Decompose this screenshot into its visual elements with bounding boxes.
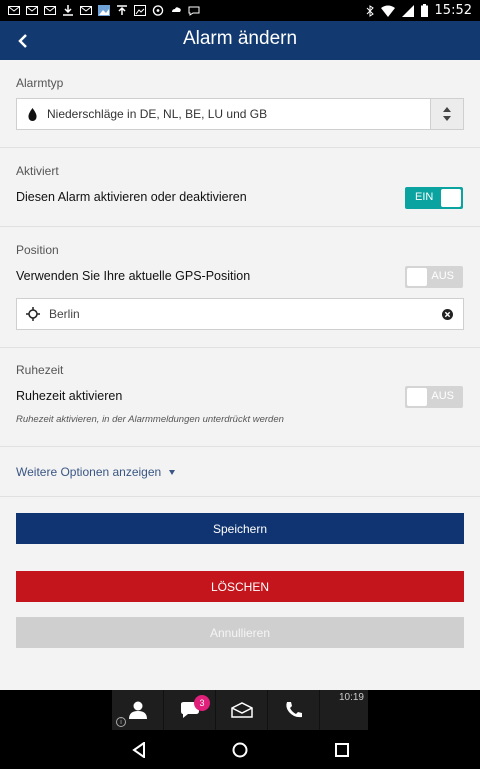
divider (0, 147, 480, 148)
recents-square-icon (335, 743, 349, 757)
mail-icon (44, 6, 56, 15)
status-time: 15:52 (434, 3, 472, 18)
system-status: 15:52 (366, 3, 472, 18)
divider (0, 226, 480, 227)
chat-icon (188, 6, 200, 16)
page-title: Alarm ändern (182, 28, 298, 49)
nav-recents-button[interactable] (331, 739, 353, 761)
section-label-alarm-type: Alarmtyp (16, 76, 64, 90)
raindrop-icon (17, 107, 47, 121)
app-bar: Alarm ändern (0, 21, 480, 60)
toggle-knob (441, 189, 461, 207)
divider (0, 446, 480, 447)
wifi-icon (380, 5, 395, 17)
phone-icon (285, 702, 302, 718)
image-icon (134, 5, 146, 16)
caret-down-icon (169, 469, 176, 475)
app-tray: 3 10:19 i (0, 690, 480, 730)
tray-bar: 3 10:19 (112, 690, 368, 730)
nav-home-button[interactable] (229, 739, 251, 761)
section-label-activated: Aktiviert (16, 164, 59, 178)
bluetooth-icon (366, 4, 374, 17)
sync-icon (152, 5, 164, 16)
gps-position-toggle[interactable]: AUS (405, 266, 463, 288)
location-field[interactable] (16, 298, 464, 330)
tray-mail-button[interactable] (216, 690, 268, 730)
clear-icon[interactable] (431, 308, 463, 320)
photo-icon (98, 5, 110, 16)
quiet-time-toggle[interactable]: AUS (405, 386, 463, 408)
chat-badge: 3 (194, 695, 210, 711)
alarm-type-value: Niederschläge in DE, NL, BE, LU und GB (47, 107, 268, 121)
mail-icon (26, 6, 38, 15)
tray-time: 10:19 (338, 692, 364, 703)
home-circle-icon (232, 742, 248, 758)
upload-icon (117, 5, 127, 15)
alarm-form: Alarmtyp Niederschläge in DE, NL, BE, LU… (0, 60, 480, 690)
toggle-state-label: AUS (431, 270, 454, 282)
alarm-type-select[interactable]: Niederschläge in DE, NL, BE, LU und GB (16, 98, 464, 130)
tray-phone-button[interactable] (268, 690, 320, 730)
tray-chat-button[interactable]: 3 (164, 690, 216, 730)
more-options-link[interactable]: Weitere Optionen anzeigen (16, 465, 176, 479)
activate-alarm-toggle[interactable]: EIN (405, 187, 463, 209)
gps-position-text: Verwenden Sie Ihre aktuelle GPS-Position (16, 269, 251, 283)
quiet-time-text: Ruhezeit aktivieren (16, 389, 123, 403)
status-bar: 15:52 (0, 0, 480, 21)
mail-icon (230, 702, 253, 718)
info-icon[interactable]: i (116, 717, 126, 727)
mail-icon (80, 6, 92, 15)
more-options-label: Weitere Optionen anzeigen (16, 465, 162, 479)
divider (0, 347, 480, 348)
contact-icon (128, 701, 147, 719)
crosshair-icon (17, 307, 49, 321)
download-icon (63, 5, 73, 16)
toggle-state-label: AUS (431, 390, 454, 402)
activate-alarm-text: Diesen Alarm aktivieren oder deaktiviere… (16, 190, 247, 204)
weather-icon (172, 7, 181, 12)
quiet-time-note: Ruhezeit aktivieren, in der Alarmmeldung… (16, 414, 284, 425)
location-input[interactable] (49, 307, 431, 321)
section-label-quiet-time: Ruhezeit (16, 363, 64, 377)
delete-button[interactable]: LÖSCHEN (16, 571, 464, 602)
toggle-knob (407, 268, 427, 286)
toggle-state-label: EIN (415, 191, 434, 203)
nav-back-button[interactable] (128, 739, 150, 761)
mail-icon (8, 6, 20, 15)
toggle-knob (407, 388, 427, 406)
back-triangle-icon (132, 742, 145, 758)
save-button[interactable]: Speichern (16, 513, 464, 544)
battery-icon (420, 4, 428, 17)
system-nav-bar (0, 730, 480, 769)
notification-icons (8, 5, 200, 16)
signal-icon (401, 4, 414, 17)
section-label-position: Position (16, 243, 59, 257)
divider (0, 496, 480, 497)
cancel-button[interactable]: Annullieren (16, 617, 464, 648)
select-arrows-icon[interactable] (430, 99, 463, 129)
